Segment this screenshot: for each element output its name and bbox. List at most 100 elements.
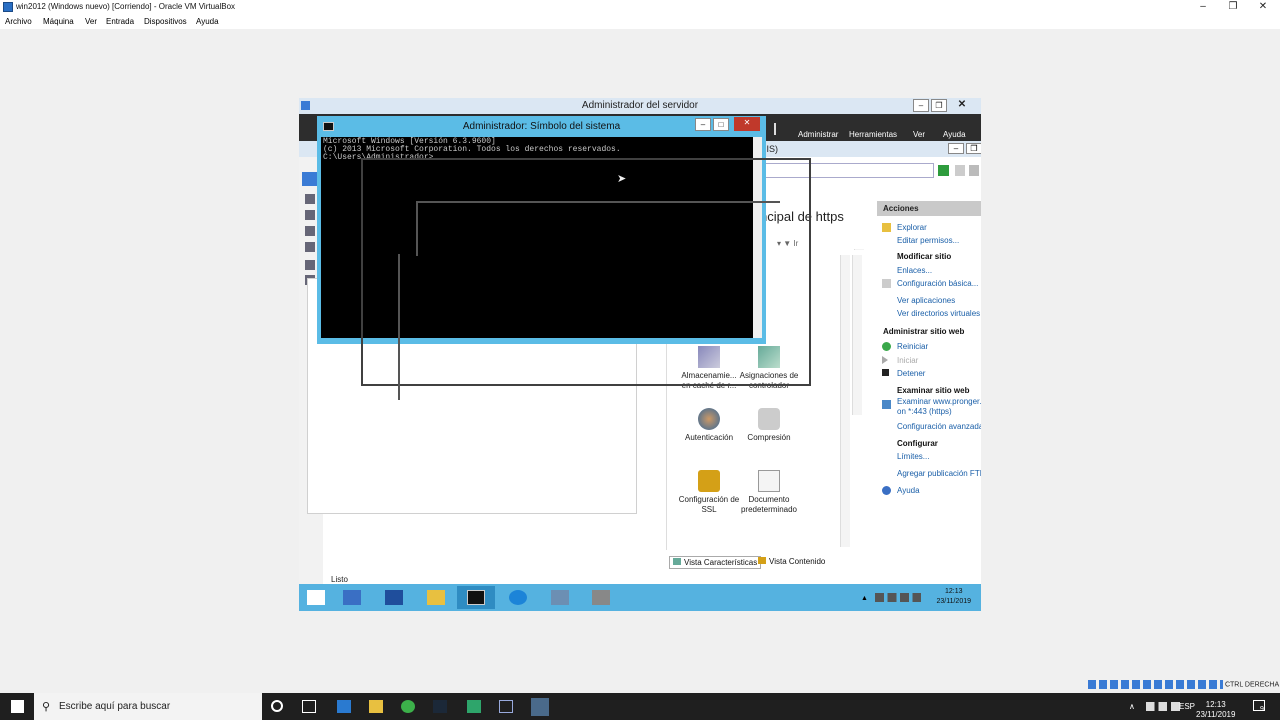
menu-ayuda[interactable]: Ayuda (196, 17, 219, 26)
tab-vista-caracteristicas[interactable]: Vista Características (669, 556, 762, 569)
maximize-button[interactable]: ❐ (1218, 1, 1248, 12)
all-servers-icon[interactable] (305, 210, 315, 220)
refresh-icon[interactable] (955, 165, 965, 176)
storage-icon[interactable] (305, 260, 315, 270)
sm-close-button[interactable]: ✕ (954, 99, 970, 112)
action-agregar-ftp[interactable]: Agregar publicación FTP (897, 469, 981, 478)
steam-icon[interactable] (433, 700, 447, 713)
cmd-close-button[interactable]: ✕ (734, 117, 760, 131)
restart-icon (882, 342, 891, 351)
menu-archivo[interactable]: Archivo (5, 17, 32, 26)
flag-icon[interactable] (774, 123, 783, 135)
menu-ver-sm[interactable]: Ver (913, 130, 925, 139)
authentication-icon (698, 408, 720, 430)
features-view-icon (673, 558, 681, 565)
folder-icon (427, 590, 445, 605)
action-limites[interactable]: Límites... (897, 452, 929, 461)
taskbar-cmd[interactable] (457, 586, 495, 609)
action-ayuda[interactable]: Ayuda (897, 486, 920, 495)
iis-icon[interactable] (305, 242, 315, 252)
sm-minimize-button[interactable]: – (913, 99, 929, 112)
vm-start-button[interactable] (299, 586, 331, 609)
content-scrollbar[interactable] (852, 255, 862, 415)
feature-label: Autenticación (684, 433, 734, 442)
local-server-icon[interactable] (305, 194, 315, 204)
host-titlebar: win2012 (Windows nuevo) [Corriendo] - Or… (0, 0, 1280, 15)
tray-chevron-icon[interactable]: ∧ (1129, 702, 1135, 711)
menu-entrada[interactable]: Entrada (106, 17, 134, 26)
section-modificar-sitio: Modificar sitio (897, 252, 952, 261)
taskbar-ie[interactable] (499, 586, 537, 609)
action-config-basica[interactable]: Configuración básica... (897, 279, 978, 288)
virtualbox-icon[interactable] (499, 700, 513, 713)
action-config-avanzada[interactable]: Configuración avanzada (897, 422, 981, 431)
action-enlaces[interactable]: Enlaces... (897, 266, 932, 275)
cmd-icon (467, 590, 485, 605)
help-icon (882, 486, 891, 495)
action-ver-directorios[interactable]: Ver directorios virtuales (897, 309, 980, 318)
actions-header: Acciones (877, 201, 981, 216)
close-button[interactable]: ✕ (1248, 1, 1278, 12)
tab-label: Vista Características (684, 558, 758, 567)
host-clock-time: 12:13 (1205, 700, 1226, 709)
menu-administrar[interactable]: Administrar (798, 130, 838, 139)
iis-minimize-button[interactable]: – (948, 143, 964, 154)
menu-maquina[interactable]: Máquina (43, 17, 74, 26)
tray-chevron-icon[interactable]: ▲ (861, 595, 868, 602)
search-box[interactable]: ⚲ Escribe aquí para buscar (34, 693, 262, 720)
tab-vista-contenido[interactable]: Vista Contenido (758, 557, 825, 566)
edge-icon[interactable] (337, 700, 351, 713)
menu-dispositivos[interactable]: Dispositivos (144, 17, 187, 26)
file-services-icon[interactable] (305, 226, 315, 236)
action-iniciar: Iniciar (897, 356, 919, 365)
server-manager-title: Administrador del servidor (581, 100, 699, 111)
host-menubar: Archivo Máquina Ver Entrada Dispositivos… (0, 15, 1280, 29)
tray-icons[interactable] (1146, 702, 1180, 711)
action-examinar-link[interactable]: Examinar www.pronger. (897, 397, 981, 406)
feature-label: Configuración de SSL (678, 495, 740, 514)
file-explorer-icon[interactable] (369, 700, 383, 713)
vm-clock[interactable]: 12:13 23/11/2019 (936, 587, 971, 607)
language-indicator[interactable]: ESP (1179, 702, 1195, 711)
taskbar-powershell[interactable] (375, 586, 413, 609)
menu-ayuda-sm[interactable]: Ayuda (943, 130, 966, 139)
taskbar-iis[interactable] (541, 586, 579, 609)
feature-compression[interactable]: Compresión (737, 408, 801, 443)
chrome-icon[interactable] (401, 700, 415, 713)
cmd-minimize-button[interactable]: – (695, 118, 711, 131)
action-editar-permisos[interactable]: Editar permisos... (897, 236, 959, 245)
iis-restore-button[interactable]: ❐ (966, 143, 981, 154)
action-ver-aplicaciones[interactable]: Ver aplicaciones (897, 296, 955, 305)
windows-start-icon[interactable] (11, 700, 24, 713)
cortana-icon[interactable] (271, 700, 283, 712)
cmd-titlebar: Administrador: Símbolo del sistema – □ ✕ (317, 116, 766, 136)
section-administrar-sitio: Administrar sitio web (883, 327, 965, 336)
stop-icon[interactable] (969, 165, 979, 176)
minimize-button[interactable]: – (1188, 1, 1218, 12)
action-reiniciar[interactable]: Reiniciar (897, 342, 928, 351)
menu-herramientas[interactable]: Herramientas (849, 130, 897, 139)
action-detener[interactable]: Detener (897, 369, 925, 378)
app-icon[interactable] (467, 700, 481, 713)
actions-pane: Acciones Explorar Editar permisos... Mod… (877, 201, 981, 577)
features-scrollbar[interactable] (840, 255, 850, 547)
action-explorar[interactable]: Explorar (897, 223, 927, 232)
vm-window-icon[interactable] (531, 698, 549, 716)
feature-default-document[interactable]: Documento predeterminado (737, 470, 801, 515)
taskbar-server-manager[interactable] (333, 586, 371, 609)
menu-ver[interactable]: Ver (85, 17, 97, 26)
window-drag-outline-inner (416, 201, 780, 256)
go-icon[interactable] (938, 165, 949, 176)
tray-icons[interactable] (875, 593, 921, 602)
task-view-icon[interactable] (302, 700, 316, 713)
vbox-device-icons[interactable] (1088, 680, 1223, 689)
action-examinar-link-port[interactable]: on *:443 (https) (897, 407, 952, 416)
taskbar-network[interactable] (582, 586, 620, 609)
feature-authentication[interactable]: Autenticación (677, 408, 741, 443)
sm-maximize-button[interactable]: ❐ (931, 99, 947, 112)
taskbar-explorer[interactable] (417, 586, 455, 609)
internet-explorer-icon (509, 590, 527, 605)
cmd-maximize-button[interactable]: □ (713, 118, 729, 131)
feature-ssl-settings[interactable]: Configuración de SSL (677, 470, 741, 515)
host-clock[interactable]: 12:13 23/11/2019 (1196, 700, 1235, 720)
